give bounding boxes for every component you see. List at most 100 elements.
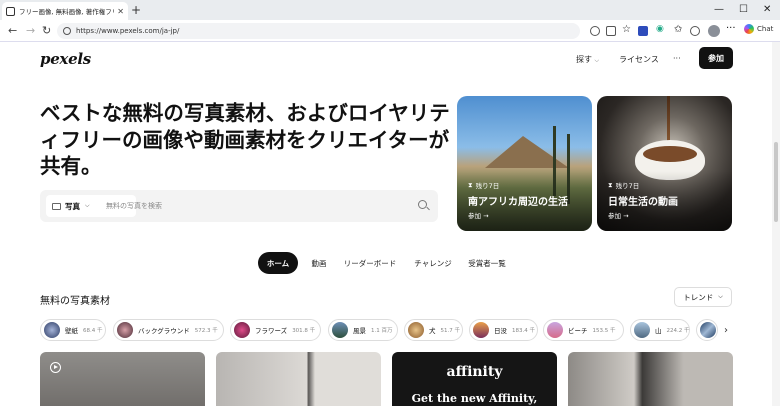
chevron-down-icon: ⌵ — [594, 57, 600, 64]
chip-label: 山 — [655, 327, 662, 335]
chip-count: 1.1 百万 — [371, 328, 393, 334]
extension-2-icon[interactable]: ◉ — [656, 24, 666, 34]
chip-label: フラワーズ — [255, 327, 288, 335]
address-bar[interactable]: https://www.pexels.com/ja-jp/ — [57, 23, 580, 39]
category-chip[interactable]: 山 224.2 千 — [630, 319, 690, 341]
reload-icon[interactable]: ↻ — [42, 24, 51, 37]
chip-count: 572.3 千 — [194, 328, 218, 334]
minimize-icon[interactable]: — — [714, 4, 724, 15]
tab-videos[interactable]: 動画 — [304, 252, 334, 274]
days-left-text: 残り7日 — [475, 182, 500, 190]
image-icon — [52, 202, 61, 210]
chevron-down-icon: ⌵ — [718, 293, 723, 300]
chip-count: 183.4 千 — [512, 328, 535, 334]
challenge-join-link[interactable]: 参加 → — [608, 210, 629, 220]
tab-close-icon[interactable]: ✕ — [117, 7, 124, 16]
browser-toolbar: ← → ↻ https://www.pexels.com/ja-jp/ ☆ ◉ … — [0, 20, 780, 42]
browser-tab-bar: フリー画像, 無料画像, 著作権フリーE ✕ + — ☐ ✕ — [0, 0, 780, 20]
tab-challenges[interactable]: チャレンジ — [408, 252, 458, 274]
site-info-icon[interactable] — [63, 27, 71, 35]
category-chip-partial[interactable] — [696, 319, 718, 341]
challenge-card-daily-life[interactable]: ⧗ 残り7日 日常生活の動画 参加 → — [597, 96, 732, 231]
sort-label: トレンド — [683, 292, 714, 302]
tab-winners[interactable]: 受賞者一覧 — [464, 252, 510, 274]
explore-menu[interactable]: 探す ⌵ — [576, 54, 599, 65]
join-button[interactable]: 参加 — [699, 47, 733, 69]
category-chip[interactable]: 日没 183.4 千 — [469, 319, 538, 341]
chip-label: バックグラウンド — [138, 327, 190, 335]
chip-label: ビーチ — [568, 327, 588, 335]
section-title: 無料の写真素材 — [40, 296, 110, 307]
tab-home[interactable]: ホーム — [258, 252, 298, 274]
forward-icon[interactable]: → — [26, 24, 35, 37]
challenge-title: 南アフリカ周辺の生活 — [468, 197, 568, 208]
chip-label: 風景 — [353, 327, 366, 335]
reader-icon[interactable] — [606, 26, 616, 36]
window-close-icon[interactable]: ✕ — [763, 4, 771, 15]
profile-avatar[interactable] — [708, 25, 720, 37]
chip-count: 224.2 千 — [666, 328, 690, 334]
copilot-icon — [744, 24, 754, 34]
chip-thumbnail — [408, 322, 424, 338]
search-type-label: 写真 — [65, 201, 80, 211]
category-chip[interactable]: バックグラウンド 572.3 千 — [113, 319, 224, 341]
chip-label: 日没 — [494, 327, 507, 335]
scrollbar-thumb[interactable] — [774, 142, 778, 222]
video-play-icon — [50, 362, 61, 373]
tab-leaderboard[interactable]: リーダーボード — [340, 252, 400, 274]
challenge-card-south-africa[interactable]: ⧗ 残り7日 南アフリカ周辺の生活 参加 → — [457, 96, 592, 231]
page-scrollbar[interactable] — [772, 42, 780, 406]
history-icon[interactable] — [690, 26, 700, 36]
photo-tile[interactable] — [568, 352, 733, 406]
zoom-icon[interactable] — [590, 26, 600, 36]
days-left-badge: ⧗ 残り7日 — [468, 180, 500, 191]
copilot-chat-button[interactable]: Chat — [744, 24, 773, 34]
chevron-right-icon[interactable]: › — [719, 322, 733, 338]
pexels-page: pexels 探す ⌵ ライセンス ··· 参加 ベストな無料の写真素材、および… — [0, 42, 772, 406]
search-input[interactable]: 無料の写真を検索 — [106, 201, 162, 211]
favorites-icon[interactable]: ✩ — [674, 24, 684, 35]
new-tab-button[interactable]: + — [131, 3, 141, 17]
hero-headline: ベストな無料の写真素材、およびロイヤリティフリーの画像や動画素材をクリエイターが… — [40, 101, 450, 178]
pexels-favicon-icon — [6, 6, 15, 16]
search-icon[interactable] — [418, 200, 427, 209]
days-left-text: 残り7日 — [615, 182, 640, 190]
extension-icon[interactable] — [638, 26, 648, 36]
chip-thumbnail — [332, 322, 348, 338]
pexels-logo[interactable]: pexels — [40, 50, 91, 68]
category-chip[interactable]: 犬 51.7 千 — [404, 319, 463, 341]
explore-label: 探す — [576, 55, 592, 64]
category-chip[interactable]: ビーチ 153.5 千 — [543, 319, 624, 341]
coffee-image — [643, 146, 697, 162]
maximize-icon[interactable]: ☐ — [739, 4, 748, 15]
ad-tagline: Get the new Affinity, — [411, 392, 538, 405]
chip-label: 壁紙 — [65, 327, 78, 335]
back-icon[interactable]: ← — [8, 24, 17, 37]
challenge-join-link[interactable]: 参加 → — [468, 210, 489, 220]
license-link[interactable]: ライセンス — [619, 54, 659, 65]
days-left-badge: ⧗ 残り7日 — [608, 180, 640, 191]
url-text[interactable]: https://www.pexels.com/ja-jp/ — [76, 27, 179, 35]
chip-thumbnail — [234, 322, 250, 338]
photo-tile[interactable] — [216, 352, 381, 406]
category-chip[interactable]: 風景 1.1 百万 — [328, 319, 398, 341]
ad-tile[interactable]: affinity Get the new Affinity, — [392, 352, 557, 406]
photo-tile[interactable] — [40, 352, 205, 406]
favorite-star-icon[interactable]: ☆ — [622, 24, 632, 35]
sort-dropdown[interactable]: トレンド ⌵ — [674, 287, 732, 307]
more-menu-icon[interactable]: ··· — [673, 54, 681, 63]
mountain-image — [485, 136, 569, 168]
chip-thumbnail — [700, 322, 716, 338]
chip-label: 犬 — [429, 327, 436, 335]
chip-count: 301.8 千 — [292, 328, 316, 334]
chip-count: 68.4 千 — [83, 328, 103, 334]
chip-count: 51.7 千 — [440, 328, 461, 334]
browser-tab[interactable]: フリー画像, 無料画像, 著作権フリーE ✕ — [2, 2, 128, 20]
challenge-title: 日常生活の動画 — [608, 197, 678, 208]
chip-thumbnail — [547, 322, 563, 338]
chip-thumbnail — [634, 322, 650, 338]
category-chip[interactable]: 壁紙 68.4 千 — [40, 319, 106, 341]
search-bar[interactable]: 写真 ⌵ 無料の写真を検索 — [40, 190, 438, 222]
more-options-icon[interactable]: ··· — [726, 23, 736, 34]
category-chip[interactable]: フラワーズ 301.8 千 — [230, 319, 321, 341]
